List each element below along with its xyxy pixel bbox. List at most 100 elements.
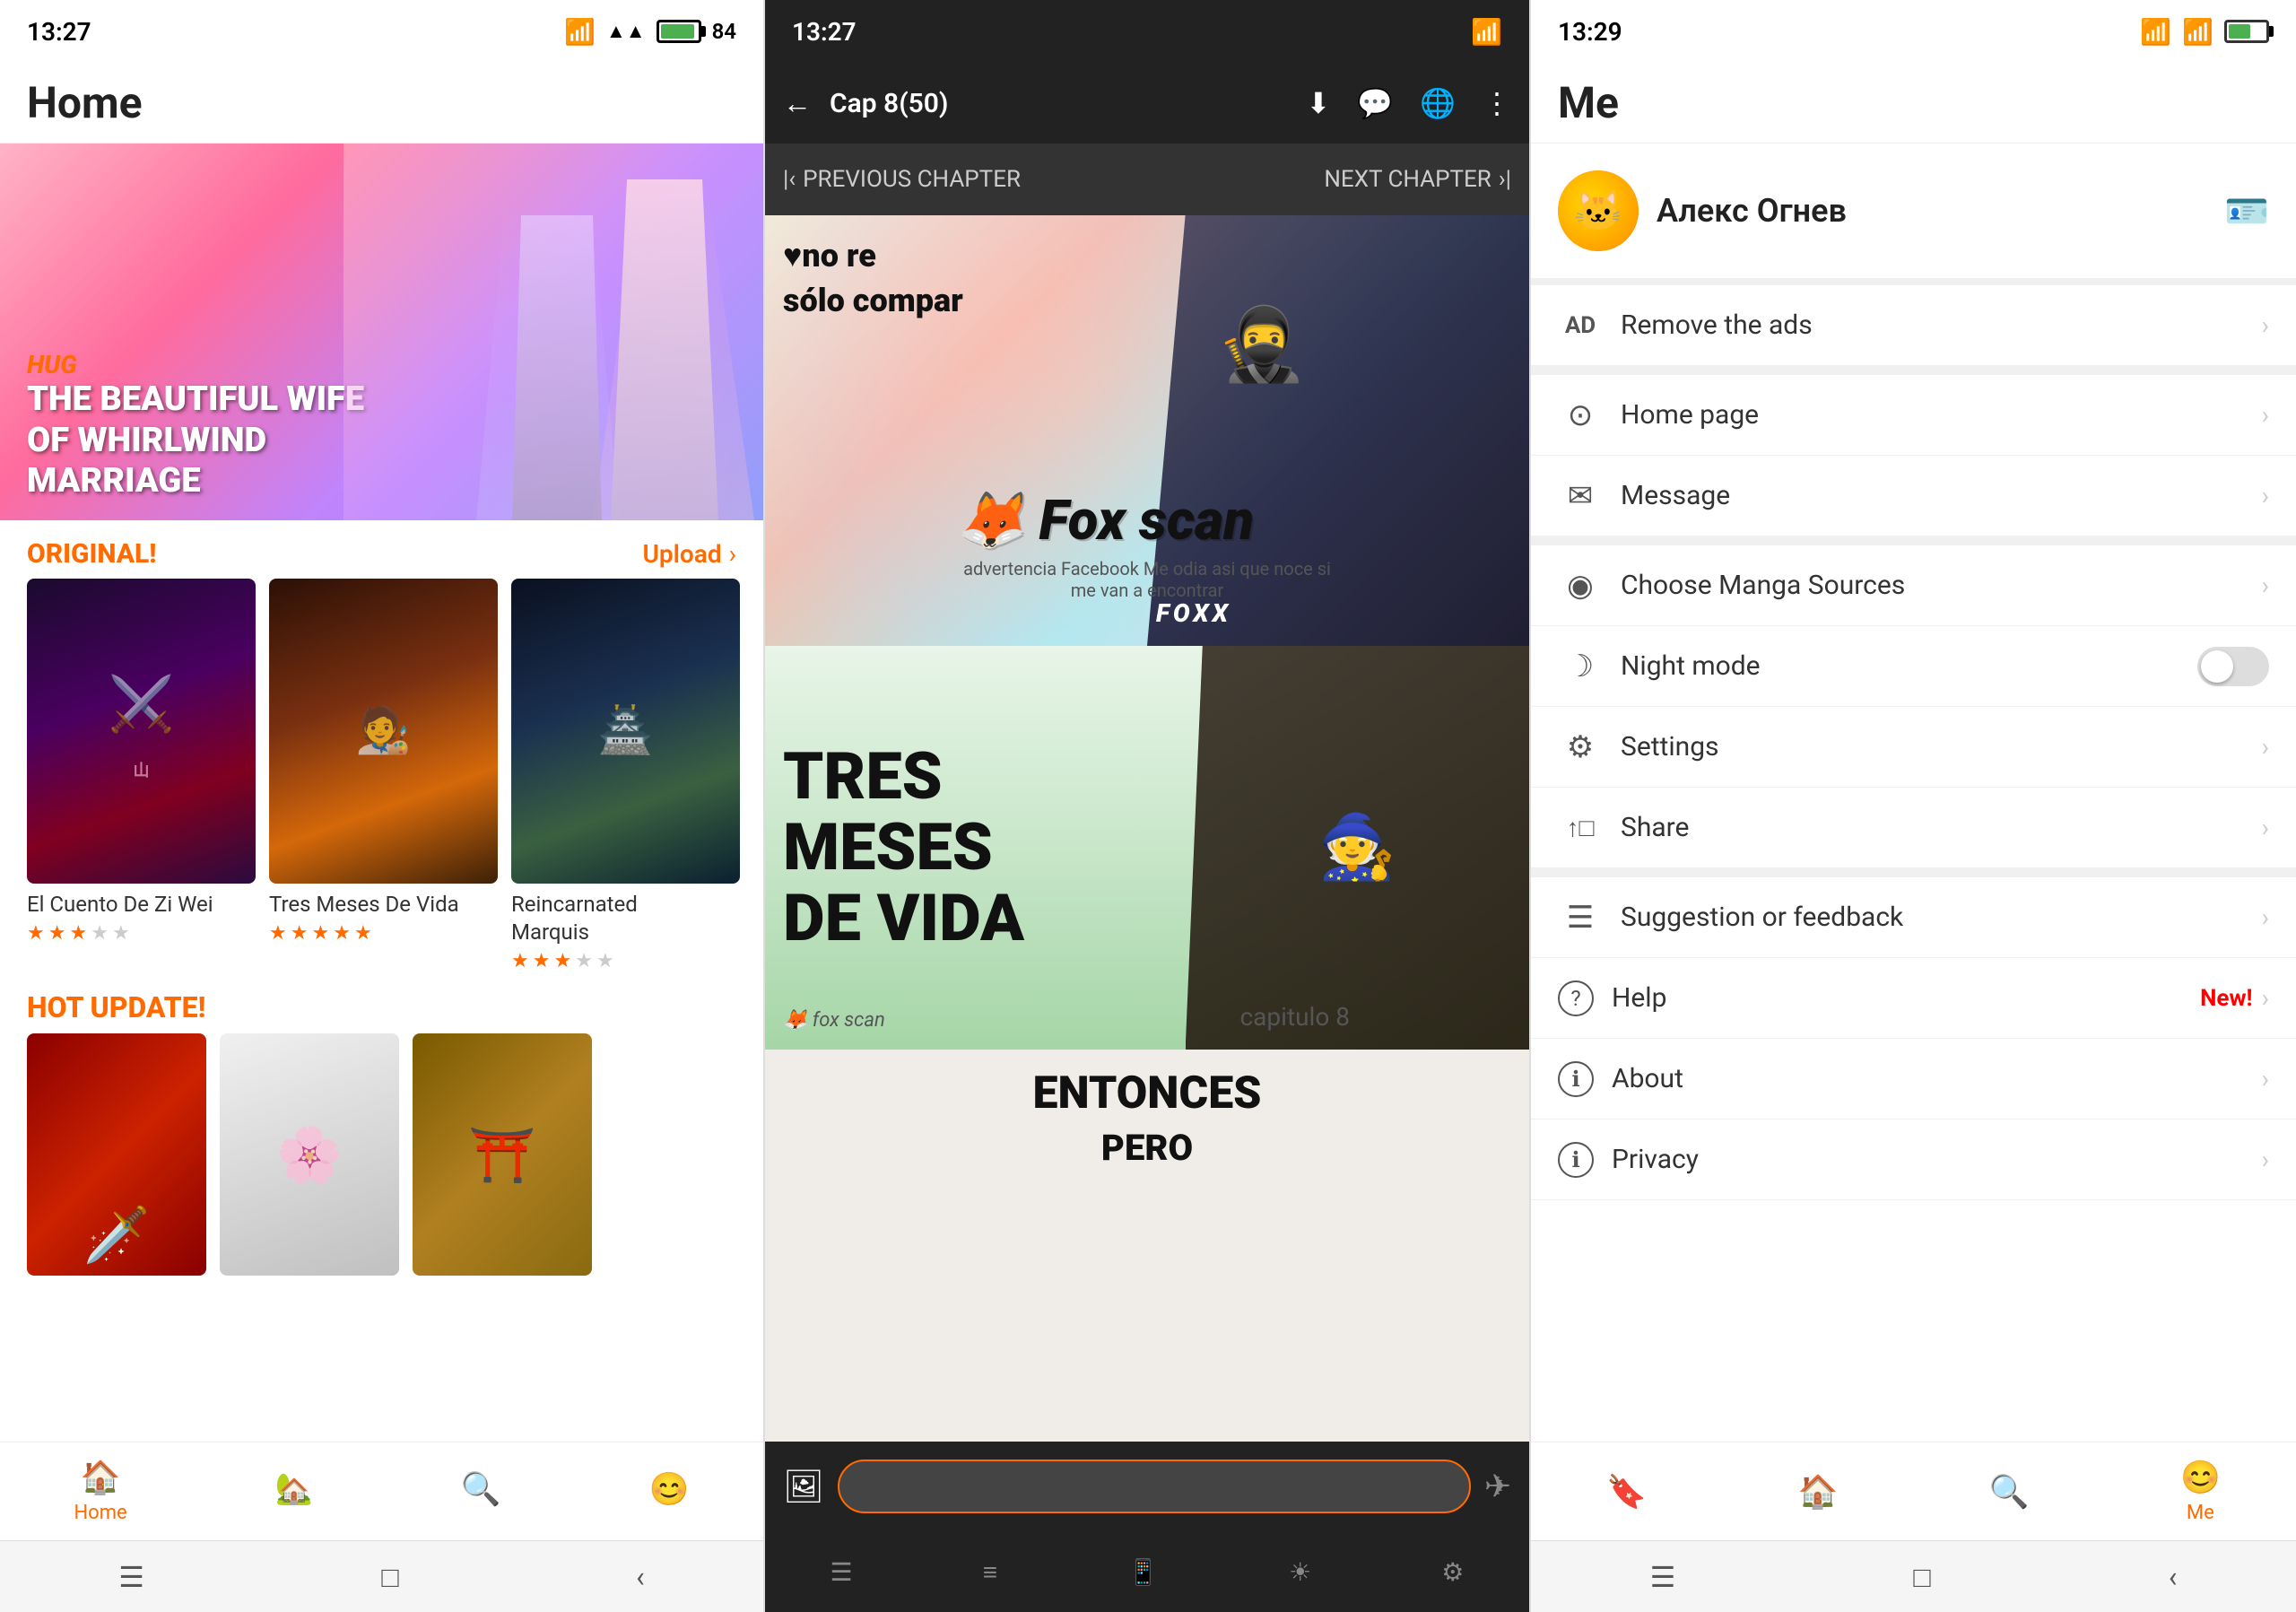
sys-nav-1: ☰ □ ‹ (0, 1540, 763, 1612)
about-label: About (1612, 1063, 2262, 1094)
me-title: Me (1558, 77, 1619, 128)
chat-icon[interactable]: 💬 (1357, 86, 1393, 120)
upload-area[interactable]: Upload › (643, 539, 736, 569)
manga-content: 🥷 FOXX ♥no resólo compar 🦊 Fox scan adve… (765, 215, 1529, 1442)
sys-bright-2[interactable]: ☀ (1289, 1557, 1311, 1587)
library-nav-icon: 🏡 (275, 1471, 313, 1507)
manga-cover-char-2: 🧑‍🎨 (355, 705, 411, 757)
menu-manga-sources[interactable]: ◉ Choose Manga Sources › (1531, 545, 2296, 626)
nav-search-3[interactable]: 🔍 (1989, 1473, 2030, 1511)
night-mode-toggle[interactable] (2197, 647, 2269, 686)
prev-arrow: |‹ (783, 166, 796, 193)
entonces-text: ENTONCESPERO (1033, 1067, 1262, 1172)
prev-chapter-btn[interactable]: |‹ PREVIOUS CHAPTER (783, 166, 1021, 193)
chapter-nav: |‹ PREVIOUS CHAPTER NEXT CHAPTER ›| (765, 144, 1529, 215)
feedback-arrow: › (2262, 902, 2269, 932)
sys-nav-3: ☰ □ ‹ (1531, 1540, 2296, 1612)
nav-profile[interactable]: 😊 (649, 1470, 690, 1513)
nav-bookmarks-3[interactable]: 🔖 (1606, 1473, 1647, 1511)
menu-home-page[interactable]: ⊙ Home page › (1531, 375, 2296, 456)
more-icon[interactable]: ⋮ (1483, 86, 1511, 120)
sys-menu-2[interactable]: ☰ (831, 1557, 853, 1587)
fox-scan-small: 🦊 fox scan (783, 1009, 885, 1032)
menu-share[interactable]: ↑□ Share › (1531, 788, 2296, 868)
sys-phone-2[interactable]: 📱 (1127, 1557, 1159, 1587)
sys-list-2[interactable]: ≡ (983, 1557, 997, 1587)
hot-manga-row: 🗡️ 🌸 ⛩️ (0, 1033, 763, 1276)
privacy-label: Privacy (1612, 1144, 2262, 1175)
bottom-nav-3: 🔖 🏠 🔍 😊 Me (1531, 1442, 2296, 1540)
gallery-icon[interactable]: 🖼 (783, 1468, 824, 1505)
status-bar-3: 13:29 📶 📶 (1531, 0, 2296, 63)
manga-page-3: ENTONCESPERO (765, 1050, 1529, 1442)
home-banner[interactable]: HUG THE BEAUTIFUL WIFEOF WHIRLWINDMARRIA… (0, 144, 763, 520)
hot-icon-1: 🗡️ (83, 1203, 151, 1267)
sys-menu-1[interactable]: ☰ (118, 1560, 144, 1594)
hot-icon-3: ⛩️ (469, 1123, 536, 1187)
manga-item-2[interactable]: 🧑‍🎨 Tres Meses De Vida ★ ★ ★ ★ ★ (269, 579, 498, 972)
foxscan-logo: 🦊 Fox scan advertencia Facebook Me odia … (956, 488, 1338, 601)
reader-icons: ⬇ 💬 🌐 ⋮ (1307, 86, 1512, 120)
globe-icon[interactable]: 🌐 (1420, 86, 1456, 120)
phone-me: 13:29 📶 📶 Me 🐱 Алекс Огнев 🪪 AD Remove t… (1531, 0, 2296, 1612)
manga-item-3[interactable]: 🏯 ReincarnatedMarquis ★ ★ ★ ★ ★ (511, 579, 740, 972)
menu-about[interactable]: ℹ About › (1531, 1039, 2296, 1120)
hot-manga-1[interactable]: 🗡️ (27, 1033, 206, 1276)
search-nav-icon: 🔍 (461, 1470, 501, 1508)
ads-arrow: › (2262, 310, 2269, 340)
home-header: Home (0, 63, 763, 144)
menu-settings[interactable]: ⚙ Settings › (1531, 707, 2296, 788)
manga-cover-3[interactable]: 🏯 (511, 579, 740, 884)
chat-input-area[interactable] (838, 1460, 1471, 1513)
message-label: Message (1621, 480, 2262, 511)
manga-cover-2[interactable]: 🧑‍🎨 (269, 579, 498, 884)
user-avatar[interactable]: 🐱 (1558, 170, 1639, 251)
char-silhouette-secondary (512, 215, 602, 520)
nav-home[interactable]: 🏠 Home (74, 1459, 126, 1524)
next-chapter-btn[interactable]: NEXT CHAPTER ›| (1324, 166, 1511, 193)
status-bar-1: 13:27 📶 ▲▲ 84 (0, 0, 763, 63)
sys-back-3[interactable]: ‹ (2169, 1560, 2178, 1594)
reader-back-btn[interactable]: ← (783, 86, 812, 120)
sys-back-1[interactable]: ‹ (636, 1560, 645, 1594)
download-icon[interactable]: ⬇ (1307, 86, 1331, 120)
banner-title: THE BEAUTIFUL WIFEOF WHIRLWINDMARRIAGE (27, 379, 364, 502)
sys-home-3[interactable]: □ (1913, 1560, 1930, 1594)
feedback-icon: ☰ (1558, 900, 1603, 936)
home-page-arrow: › (2262, 400, 2269, 430)
tres-meses-text: TRESMESESDE VIDA (783, 741, 1024, 954)
sys-home-1[interactable]: □ (381, 1560, 398, 1594)
profile-edit-btn[interactable]: 🪪 (2224, 190, 2269, 232)
signal-icon: 📶 (564, 17, 596, 47)
menu-message[interactable]: ✉ Message › (1531, 456, 2296, 536)
sys-settings-2[interactable]: ⚙ (1441, 1557, 1464, 1587)
hot-manga-2[interactable]: 🌸 (220, 1033, 399, 1276)
upload-label[interactable]: Upload (643, 539, 722, 569)
menu-feedback[interactable]: ☰ Suggestion or feedback › (1531, 877, 2296, 958)
menu-help[interactable]: ? Help New! › (1531, 958, 2296, 1039)
send-icon[interactable]: ✈ (1484, 1468, 1511, 1505)
menu-privacy[interactable]: ℹ Privacy › (1531, 1120, 2296, 1200)
menu-night-mode[interactable]: ☽ Night mode (1531, 626, 2296, 707)
bottom-nav-1: 🏠 Home 🏡 🔍 😊 (0, 1442, 763, 1540)
manga-cover-text-1: ⚔️山 (108, 677, 175, 785)
tres-meses-title: TRESMESESDE VIDA (783, 741, 1024, 954)
search-icon-3: 🔍 (1989, 1473, 2030, 1511)
nav-search[interactable]: 🔍 (461, 1470, 501, 1513)
settings-menu: AD Remove the ads › ⊙ Home page › ✉ Mess… (1531, 285, 2296, 1442)
hot-manga-3[interactable]: ⛩️ (413, 1033, 592, 1276)
manga-item-1[interactable]: ⚔️山 El Cuento De Zi Wei ★ ★ ★ ★ ★ (27, 579, 256, 972)
home-icon-3: 🏠 (1797, 1473, 1838, 1511)
share-icon: ↑□ (1558, 813, 1603, 842)
nav-home-3[interactable]: 🏠 (1797, 1473, 1838, 1511)
username: Алекс Огнев (1657, 192, 2206, 230)
nav-me-3[interactable]: 😊 Me (2180, 1459, 2221, 1524)
menu-remove-ads[interactable]: AD Remove the ads › (1531, 285, 2296, 366)
char-emoji-2: 🧙 (1318, 811, 1396, 884)
capitulo-text: capitulo 8 (1240, 1002, 1350, 1032)
settings-label: Settings (1621, 731, 2262, 762)
sys-menu-3[interactable]: ☰ (1650, 1560, 1676, 1594)
night-mode-icon: ☽ (1558, 649, 1603, 684)
nav-library[interactable]: 🏡 (275, 1471, 313, 1512)
manga-cover-1[interactable]: ⚔️山 (27, 579, 256, 884)
